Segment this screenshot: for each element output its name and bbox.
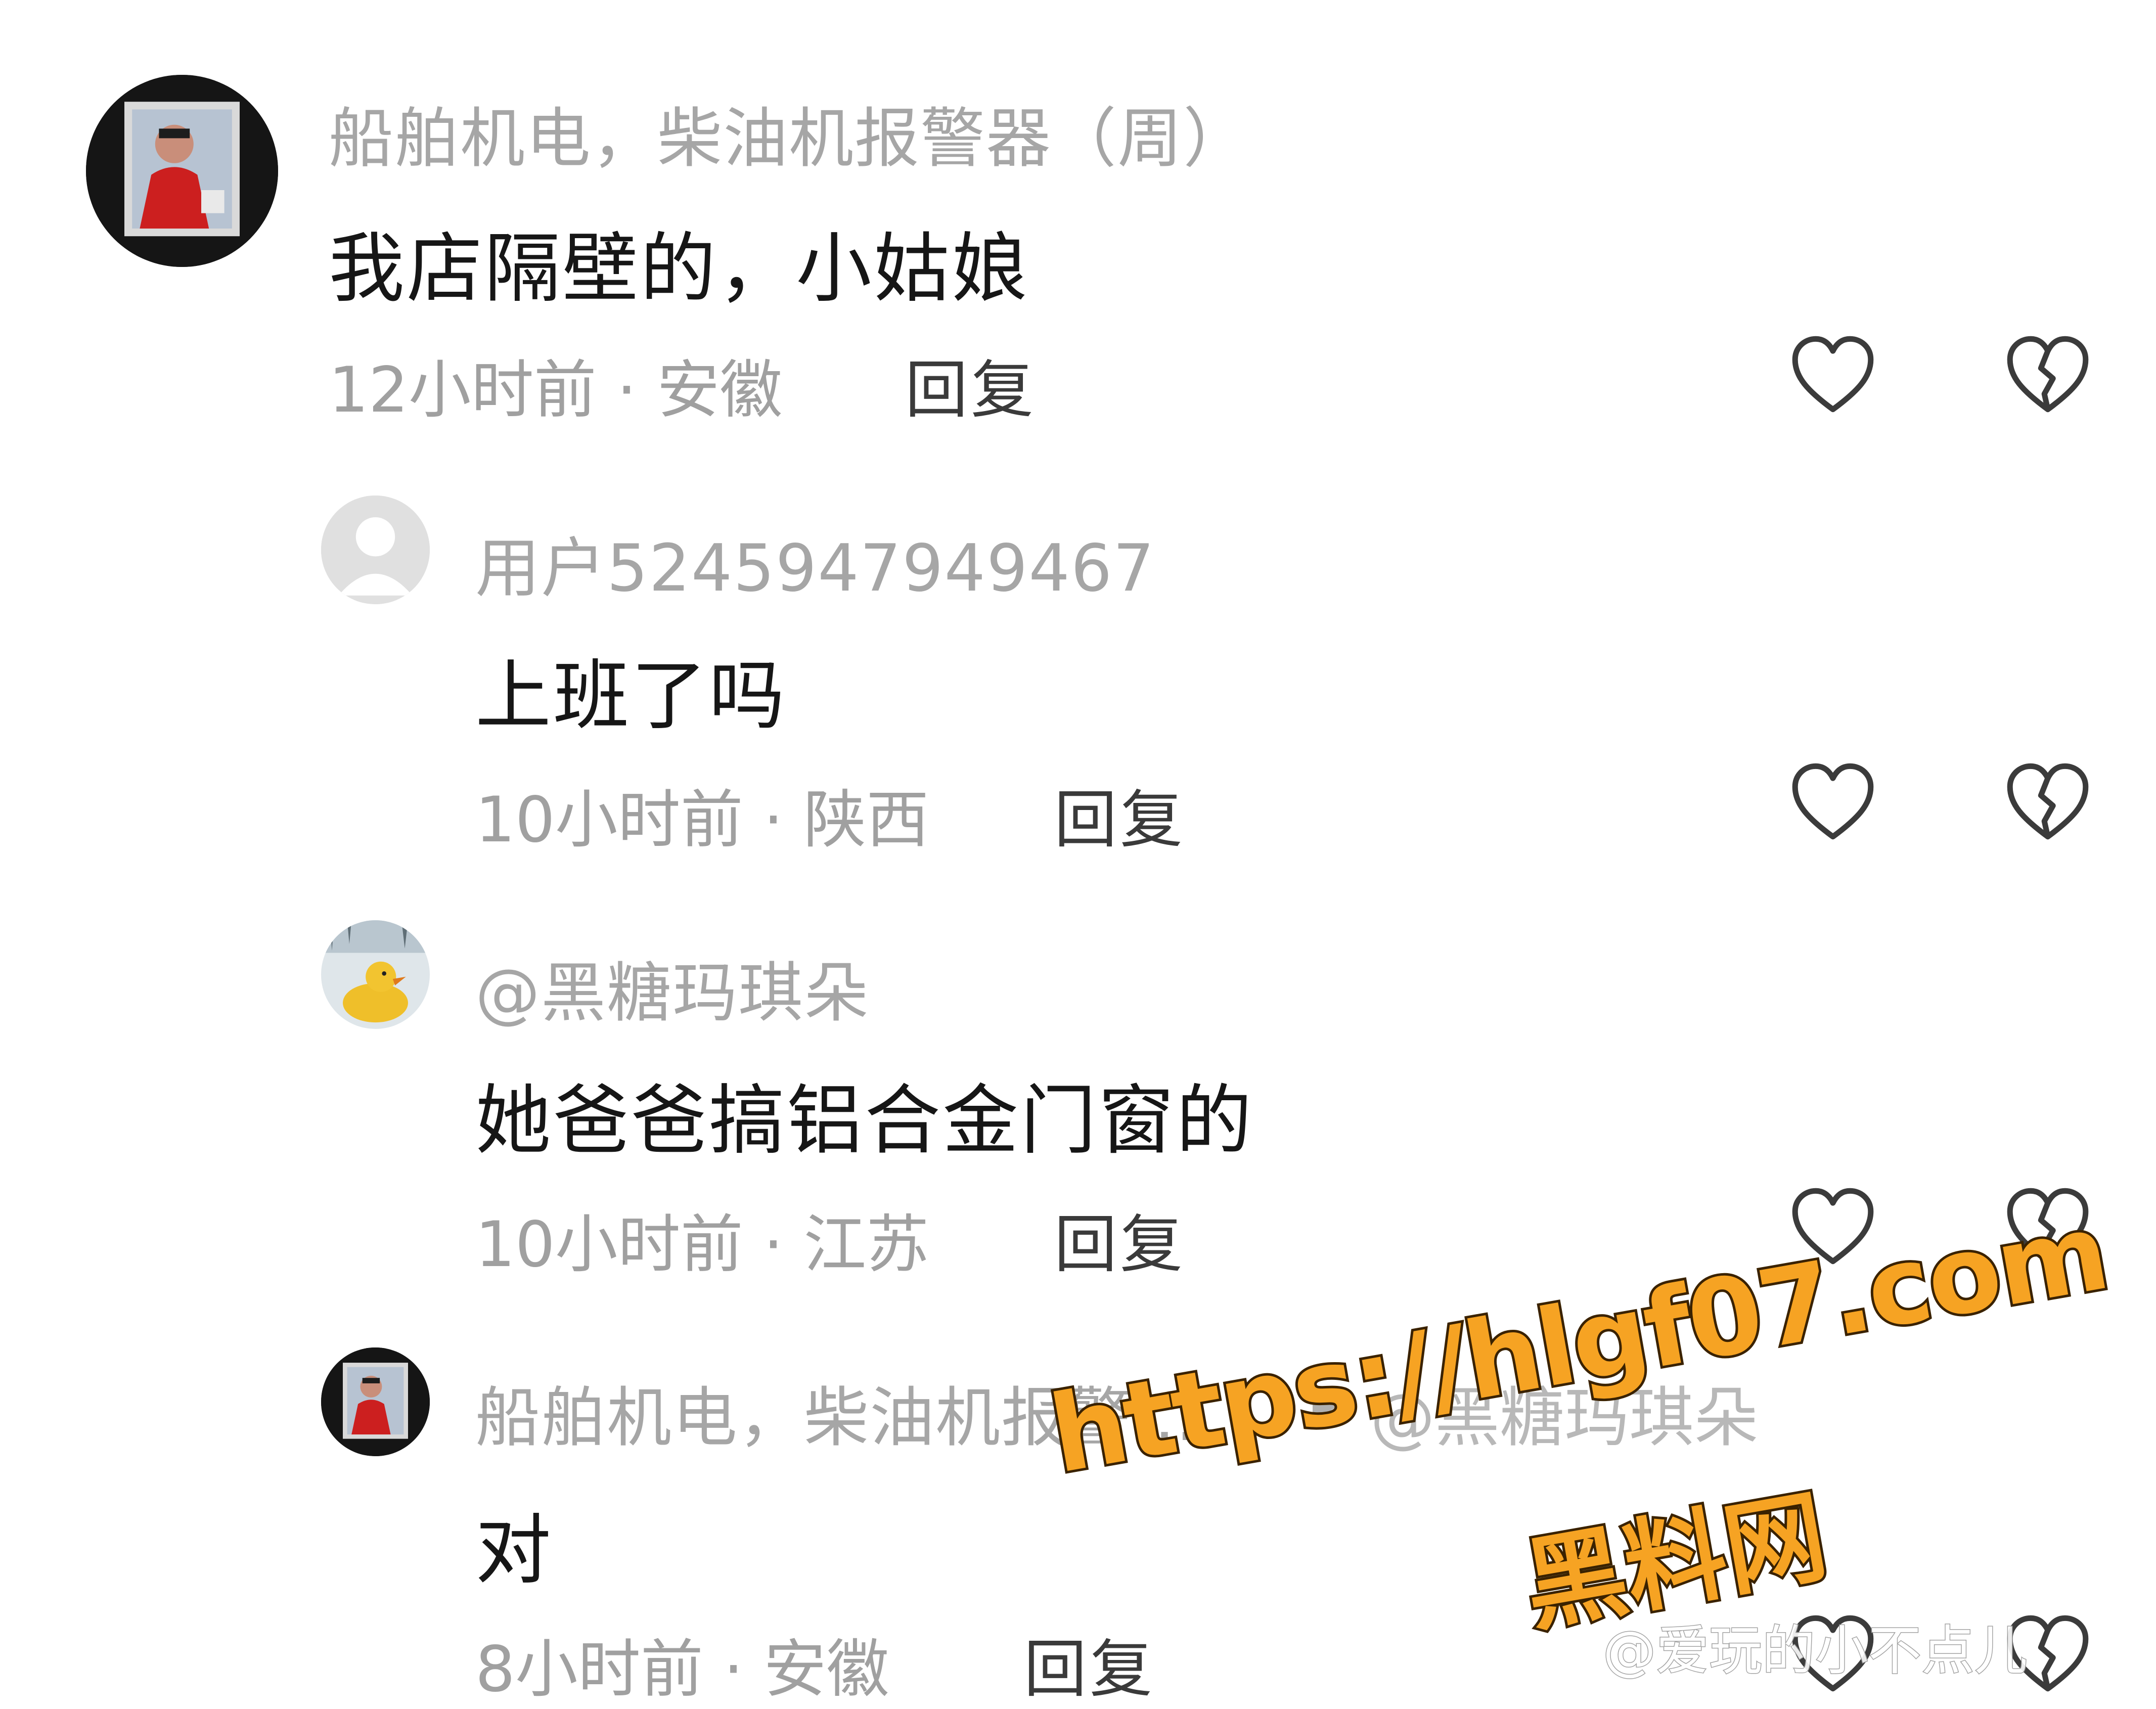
avatar[interactable] — [321, 1347, 430, 1456]
comment-time: 10小时前 — [475, 784, 743, 857]
comment-username[interactable]: @黑糖玛琪朵 — [475, 940, 870, 1034]
comment-text: 上班了吗 — [475, 652, 787, 740]
comment-location: 安徽 — [657, 354, 783, 427]
separator-dot: · — [723, 1633, 744, 1706]
avatar[interactable] — [321, 920, 430, 1029]
comment-text: 对 — [475, 1507, 554, 1595]
reply-button[interactable]: 回复 — [1024, 1618, 1155, 1709]
reply-button[interactable]: 回复 — [1054, 769, 1186, 860]
comment-meta: 10小时前 · 江苏 — [475, 1193, 929, 1284]
author-credit: @爱玩的小不点儿 — [1602, 1620, 2028, 1683]
comment-username[interactable]: 用户5245947949467 — [475, 516, 1155, 609]
comment-text: 她爸爸搞铝合金门窗的 — [475, 1077, 1254, 1165]
comment-location: 陕西 — [803, 784, 929, 857]
avatar[interactable] — [86, 75, 278, 267]
comment-text: 我店隔壁的，小姑娘 — [329, 225, 1030, 313]
comment-time: 10小时前 — [475, 1208, 743, 1281]
heart-outline-icon[interactable] — [1790, 334, 1876, 415]
separator-dot: · — [616, 354, 637, 427]
reply-button[interactable]: 回复 — [1054, 1193, 1186, 1284]
comment-username[interactable]: 船舶机电，柴油机报警器（周） — [329, 86, 1249, 179]
reply-button[interactable]: 回复 — [905, 339, 1037, 430]
broken-heart-outline-icon[interactable] — [2005, 761, 2091, 842]
separator-dot: · — [763, 784, 784, 857]
avatar[interactable] — [321, 496, 430, 604]
comment-meta: 12小时前 · 安徽 — [329, 339, 782, 430]
broken-heart-outline-icon[interactable] — [2005, 334, 2091, 415]
comment-location: 安徽 — [763, 1633, 889, 1706]
separator-dot: · — [763, 1208, 784, 1281]
heart-outline-icon[interactable] — [1790, 761, 1876, 842]
comment-meta: 10小时前 · 陕西 — [475, 769, 929, 860]
comment-time: 8小时前 — [475, 1633, 703, 1706]
comment-meta: 8小时前 · 安徽 — [475, 1618, 889, 1709]
comment-location: 江苏 — [803, 1208, 929, 1281]
comment-time: 12小时前 — [329, 354, 597, 427]
